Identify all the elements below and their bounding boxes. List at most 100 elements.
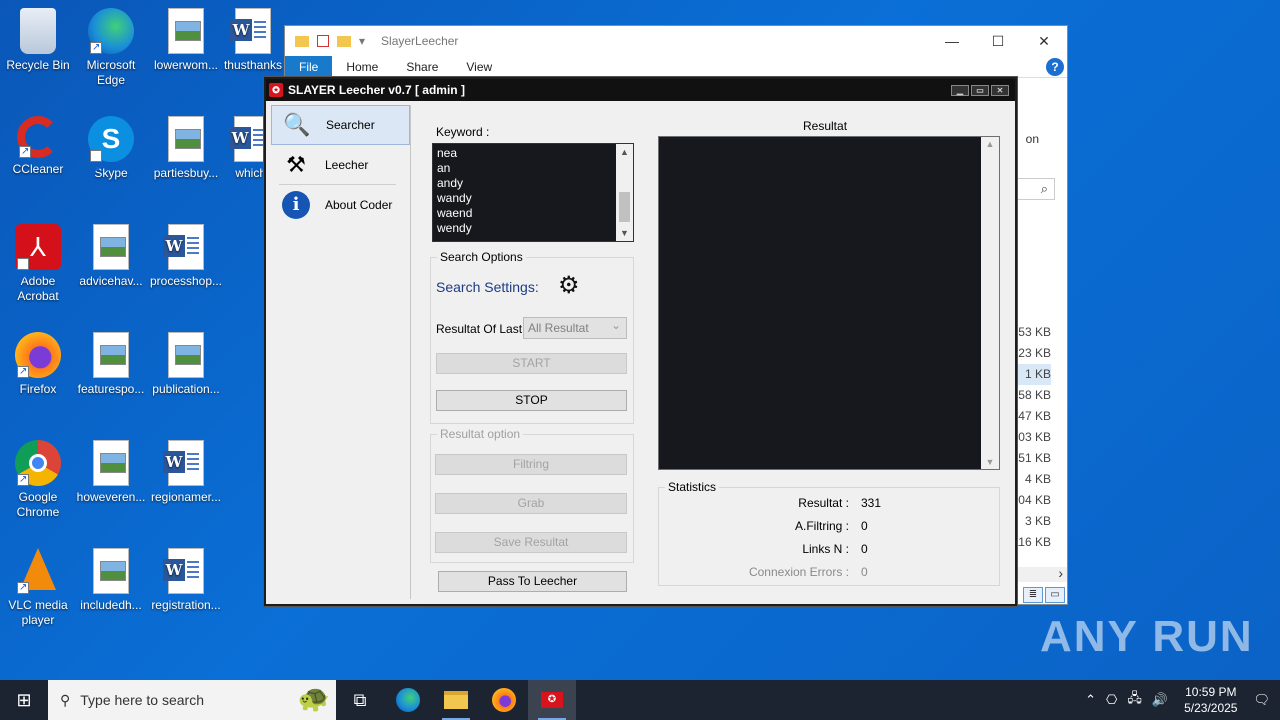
chevron-down-icon[interactable]: ▼ bbox=[981, 457, 999, 467]
maximize-button[interactable]: ▭ bbox=[971, 84, 989, 96]
resultat-scrollbar[interactable]: ▲ ▼ bbox=[981, 137, 999, 469]
desktop-icon-file[interactable]: W regionamer... bbox=[148, 440, 224, 505]
desktop-icon-recycle-bin[interactable]: Recycle Bin bbox=[0, 8, 76, 73]
help-icon[interactable]: ? bbox=[1046, 58, 1064, 76]
close-button[interactable]: ✕ bbox=[1021, 33, 1067, 50]
list-item[interactable]: wendy bbox=[437, 221, 633, 236]
pass-to-leecher-button[interactable]: Pass To Leecher bbox=[438, 571, 627, 592]
tiles-view-icon[interactable]: ▭ bbox=[1045, 587, 1065, 603]
desktop-icon-file[interactable]: W registration... bbox=[148, 548, 224, 613]
desktop-icon-skype[interactable]: S Skype bbox=[73, 116, 149, 194]
chevron-up-icon[interactable]: ▲ bbox=[616, 144, 633, 160]
desktop-icon-label: registration... bbox=[151, 598, 221, 612]
volume-icon[interactable]: 🔊 bbox=[1152, 692, 1168, 708]
sidebar-item-label: About Coder bbox=[325, 198, 393, 212]
grab-button[interactable]: Grab bbox=[435, 493, 627, 514]
list-item[interactable]: waend bbox=[437, 206, 633, 221]
close-button[interactable]: ✕ bbox=[991, 84, 1009, 96]
save-resultat-button[interactable]: Save Resultat bbox=[435, 532, 627, 553]
slayer-titlebar: ✪ SLAYER Leecher v0.7 [ admin ] ▁ ▭ ✕ bbox=[266, 79, 1015, 101]
task-view-icon[interactable]: ⧉ bbox=[336, 680, 384, 720]
chevron-down-icon[interactable]: ▾ bbox=[359, 34, 365, 48]
desktop-icon-acrobat[interactable]: ⅄ Adobe Acrobat bbox=[0, 224, 76, 304]
details-view-icon[interactable]: ≣ bbox=[1023, 587, 1043, 603]
chevron-down-icon[interactable]: ▼ bbox=[616, 225, 633, 241]
desktop-icon-label: regionamer... bbox=[150, 490, 222, 504]
meet-now-icon[interactable]: ⎔ bbox=[1106, 692, 1117, 708]
desktop-icon-label: CCleaner bbox=[12, 162, 64, 176]
desktop-icon-label: VLC media player bbox=[8, 598, 68, 627]
desktop-icon-file[interactable]: featurespo... bbox=[73, 332, 149, 397]
tab-file[interactable]: File bbox=[285, 56, 333, 77]
keyword-list[interactable]: nea an andy wandy waend wendy ▲ ▼ bbox=[432, 143, 634, 242]
desktop-icon-label: Skype bbox=[94, 166, 128, 180]
network-icon[interactable]: 🖧 bbox=[1127, 689, 1142, 711]
desktop-icon-firefox[interactable]: Firefox bbox=[0, 332, 76, 397]
desktop-icon-file[interactable]: W thusthanks bbox=[220, 8, 286, 73]
clock[interactable]: 10:59 PM 5/23/2025 bbox=[1184, 684, 1237, 716]
desktop-icon-label: includedh... bbox=[80, 598, 142, 612]
edge-taskbar-icon[interactable] bbox=[384, 680, 432, 720]
tab-share[interactable]: Share bbox=[392, 56, 452, 77]
firefox-taskbar-icon[interactable] bbox=[480, 680, 528, 720]
desktop-icon-vlc[interactable]: VLC media player bbox=[0, 548, 76, 628]
slayer-taskbar-icon[interactable]: ✪ bbox=[528, 680, 576, 720]
resultat-label: Resultat bbox=[803, 119, 848, 133]
explorer-title: SlayerLeecher bbox=[381, 34, 459, 48]
desktop-icon-file[interactable]: lowerwom... bbox=[148, 8, 224, 73]
tab-home[interactable]: Home bbox=[332, 56, 392, 77]
image-file-icon bbox=[93, 548, 129, 594]
desktop-icon-file[interactable]: publication... bbox=[148, 332, 224, 397]
info-icon: i bbox=[279, 188, 313, 222]
resultat-list[interactable]: ▲ ▼ bbox=[658, 136, 1000, 470]
clock-time: 10:59 PM bbox=[1185, 685, 1237, 699]
search-input[interactable]: Type here to search bbox=[80, 692, 204, 708]
taskbar-search[interactable]: ⚲ Type here to search 🐢 bbox=[48, 680, 336, 720]
scroll-thumb[interactable] bbox=[619, 192, 630, 222]
list-item[interactable]: nea bbox=[437, 146, 633, 161]
desktop-icon-label: advicehav... bbox=[79, 274, 143, 288]
list-item[interactable]: andy bbox=[437, 176, 633, 191]
desktop-icon-edge[interactable]: Microsoft Edge bbox=[73, 8, 149, 88]
stat-value: 0 bbox=[861, 542, 868, 556]
sidebar-item-about-coder[interactable]: i About Coder bbox=[271, 185, 410, 225]
desktop-icon-file[interactable]: partiesbuy... bbox=[148, 116, 224, 181]
start-button[interactable]: ⊞ bbox=[0, 680, 48, 720]
desktop-icon-chrome[interactable]: Google Chrome bbox=[0, 440, 76, 520]
acrobat-icon: ⅄ bbox=[15, 224, 61, 302]
list-item[interactable]: an bbox=[437, 161, 633, 176]
properties-icon[interactable] bbox=[317, 35, 329, 47]
system-tray: ⌃ ⎔ 🖧 🔊 10:59 PM 5/23/2025 🗨 bbox=[1085, 684, 1280, 716]
chrome-icon bbox=[15, 440, 61, 487]
folder-icon bbox=[337, 35, 351, 47]
start-button[interactable]: START bbox=[436, 353, 627, 374]
stop-button[interactable]: STOP bbox=[436, 390, 627, 411]
skype-icon: S bbox=[88, 116, 134, 194]
chevron-up-icon[interactable]: ▲ bbox=[981, 139, 999, 149]
stat-label: Resultat : bbox=[798, 496, 849, 510]
tab-view[interactable]: View bbox=[452, 56, 506, 77]
desktop-icon-file[interactable]: includedh... bbox=[73, 548, 149, 613]
maximize-button[interactable]: ☐ bbox=[975, 33, 1021, 50]
minimize-button[interactable]: ▁ bbox=[951, 84, 969, 96]
minimize-button[interactable]: — bbox=[929, 33, 975, 50]
chevron-up-icon[interactable]: ⌃ bbox=[1085, 692, 1096, 708]
desktop-icon-file[interactable]: W processhop... bbox=[148, 224, 224, 289]
list-item[interactable]: wandy bbox=[437, 191, 633, 206]
stat-label: A.Filtring : bbox=[794, 519, 849, 533]
firefox-icon bbox=[15, 332, 61, 379]
desktop-icon-ccleaner[interactable]: CCleaner bbox=[0, 116, 76, 177]
resultat-of-last-select[interactable]: All Resultat bbox=[523, 317, 627, 339]
sidebar-item-leecher[interactable]: ⚒ Leecher bbox=[271, 145, 410, 185]
keyword-scrollbar[interactable]: ▲ ▼ bbox=[616, 144, 633, 241]
keyword-label: Keyword : bbox=[436, 125, 490, 139]
explorer-titlebar: ▾ SlayerLeecher — ☐ ✕ bbox=[285, 26, 1067, 56]
filtring-button[interactable]: Filtring bbox=[435, 454, 627, 475]
image-file-icon bbox=[168, 116, 204, 162]
notification-icon[interactable]: 🗨 bbox=[1253, 692, 1270, 708]
sidebar-item-searcher[interactable]: 🔍 Searcher bbox=[271, 105, 410, 145]
edge-icon bbox=[88, 8, 134, 55]
desktop-icon-file[interactable]: advicehav... bbox=[73, 224, 149, 289]
desktop-icon-file[interactable]: howeveren... bbox=[73, 440, 149, 505]
file-explorer-taskbar-icon[interactable] bbox=[432, 680, 480, 720]
